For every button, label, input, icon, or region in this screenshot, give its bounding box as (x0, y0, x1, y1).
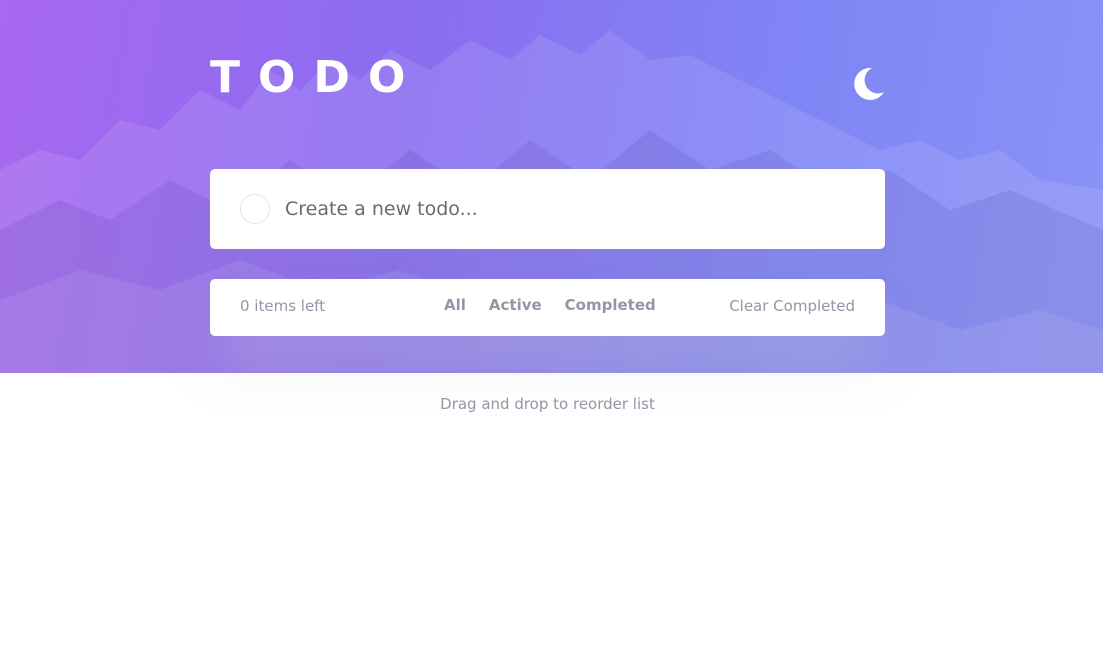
items-left-count: 0 items left (240, 297, 326, 315)
filter-completed[interactable]: Completed (565, 296, 656, 314)
todo-footer-bar: 0 items left All Active Completed Clear … (210, 279, 885, 336)
drag-drop-hint: Drag and drop to reorder list (440, 395, 655, 413)
filter-active[interactable]: Active (489, 296, 542, 314)
theme-toggle-button[interactable] (848, 64, 888, 104)
filter-all[interactable]: All (444, 296, 466, 314)
filter-tabs: All Active Completed (444, 296, 679, 314)
new-todo-checkbox[interactable] (240, 194, 270, 224)
app-title: TODO (210, 52, 424, 103)
moon-icon (854, 67, 884, 100)
clear-completed-button[interactable]: Clear Completed (729, 297, 855, 315)
new-todo-card (210, 169, 885, 249)
new-todo-input[interactable] (285, 189, 845, 229)
